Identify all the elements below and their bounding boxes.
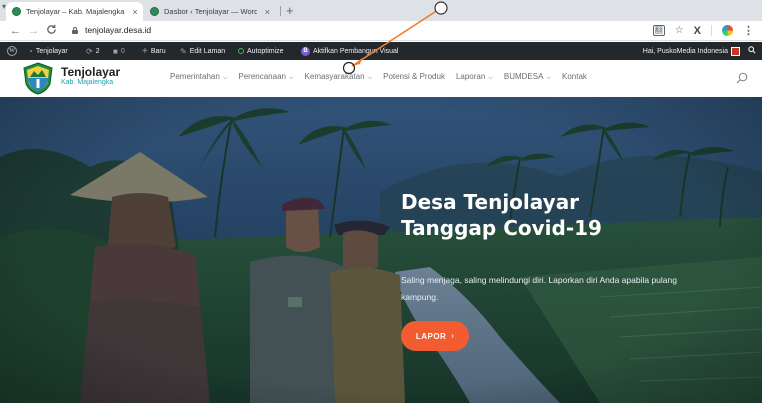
hero-background-image: [0, 97, 762, 403]
site-favicon-icon: [12, 7, 21, 16]
chevron-down-icon: ⌵: [222, 75, 228, 81]
admin-site-name: Tenjolayar: [35, 47, 68, 55]
admin-search-icon[interactable]: [748, 46, 756, 56]
lapor-button-label: LAPOR: [415, 331, 447, 341]
hero-title: Desa Tenjolayar Tanggap Covid-19: [401, 189, 602, 241]
wordpress-icon: W: [7, 46, 17, 56]
main-nav: Pemerintahan ⌵ Perencanaan ⌵ Kemasyarakata…: [170, 72, 598, 82]
admin-account-menu[interactable]: Hai, PuskoMedia Indonesia: [643, 42, 756, 60]
wp-logo-menu[interactable]: W: [7, 42, 17, 60]
pencil-icon: ✎: [180, 46, 187, 56]
nav-item-potensi-produk[interactable]: Potensi & Produk: [383, 72, 445, 82]
extension-icon[interactable]: [722, 25, 733, 36]
nav-label: Laporan: [455, 72, 486, 81]
translate-icon[interactable]: 翻: [652, 25, 665, 36]
tab-title: Dasbor ‹ Tenjolayar — WordP: [164, 7, 257, 16]
reload-icon: [47, 24, 56, 34]
admin-autoptimize[interactable]: Autoptimize: [238, 42, 284, 60]
browser-menu-icon[interactable]: ⋮: [743, 24, 754, 37]
admin-comments[interactable]: ■ 0: [113, 42, 125, 60]
admin-visual-builder[interactable]: B Aktifkan Pembangun Visual: [301, 42, 398, 60]
admin-edit-page[interactable]: ✎ Edit Laman: [180, 42, 225, 60]
chevron-down-icon: ⌵: [546, 75, 551, 81]
admin-greeting: Hai, PuskoMedia Indonesia: [642, 47, 728, 55]
toolbar-divider: [711, 25, 712, 36]
new-tab-button[interactable]: +: [286, 3, 294, 18]
browser-tab-strip: ▾ Tenjolayar – Kab. Majalengka × Dasbor …: [0, 0, 762, 21]
hero-banner: Desa Tenjolayar Tanggap Covid-19 Saling …: [0, 97, 762, 403]
site-subtitle: Kab. Majalengka: [61, 79, 114, 86]
nav-item-pemerintahan[interactable]: Pemerintahan ⌵: [170, 72, 227, 82]
tab-tenjolayar[interactable]: Tenjolayar – Kab. Majalengka ×: [6, 2, 143, 21]
nav-item-laporan[interactable]: Laporan ⌵: [456, 72, 493, 82]
tab-title: Tenjolayar – Kab. Majalengka: [26, 7, 125, 16]
tab-dasbor[interactable]: Dasbor ‹ Tenjolayar — WordP ×: [144, 2, 276, 21]
nav-item-bumdesa[interactable]: BUMDESA ⌵: [504, 72, 551, 82]
plus-icon: +: [142, 45, 148, 57]
hero-title-line-2: Tanggap Covid-19: [401, 216, 602, 240]
browser-toolbar: ← → tenjolayar.desa.id 翻 ☆ X ⋮: [0, 21, 762, 41]
avatar: [731, 46, 740, 56]
chevron-right-icon: ›: [451, 332, 455, 340]
builder-icon: B: [301, 46, 310, 56]
admin-site-menu[interactable]: ◔ Tenjolayar: [28, 42, 68, 60]
site-logo-icon[interactable]: [22, 62, 54, 95]
nav-label: Pemerintahan: [170, 72, 220, 81]
back-button[interactable]: ←: [10, 24, 21, 38]
nav-item-kontak[interactable]: Kontak: [562, 72, 587, 82]
updates-icon: ⟳: [86, 46, 93, 56]
close-icon[interactable]: ×: [265, 7, 270, 17]
bookmark-star-icon[interactable]: ☆: [675, 25, 684, 36]
nav-label: Kontak: [561, 72, 587, 81]
nav-label: BUMDESA: [503, 72, 544, 81]
site-title[interactable]: Tenjolayar: [61, 65, 120, 79]
admin-new-label: Baru: [150, 47, 166, 55]
admin-autoptimize-label: Autoptimize: [247, 47, 284, 55]
chevron-down-icon: ⌵: [288, 75, 294, 81]
lapor-button[interactable]: LAPOR ›: [401, 321, 469, 351]
wp-admin-bar: W ◔ Tenjolayar ⟳ 2 ■ 0 + Baru ✎ Edit Lam…: [0, 42, 762, 60]
nav-item-kemasyarakatan[interactable]: Kemasyarakatan ⌵: [305, 72, 373, 82]
site-favicon-icon: [150, 7, 159, 16]
admin-builder-label: Aktifkan Pembangun Visual: [313, 47, 399, 55]
dashboard-icon: ◔: [28, 46, 33, 56]
admin-new[interactable]: + Baru: [142, 42, 166, 60]
close-icon[interactable]: ×: [132, 7, 137, 17]
search-icon[interactable]: [736, 72, 748, 84]
comments-count: 0: [120, 47, 125, 55]
address-bar[interactable]: tenjolayar.desa.id: [85, 25, 151, 35]
admin-edit-label: Edit Laman: [189, 47, 226, 55]
reload-button[interactable]: [46, 24, 57, 40]
extension-x-icon[interactable]: X: [694, 25, 701, 37]
hero-title-line-1: Desa Tenjolayar: [401, 190, 580, 214]
nav-label: Potensi & Produk: [383, 72, 445, 81]
updates-count: 2: [95, 47, 100, 55]
admin-updates[interactable]: ⟳ 2: [86, 42, 100, 60]
site-header: Tenjolayar Kab. Majalengka Pemerintahan ⌵…: [0, 60, 762, 97]
forward-button[interactable]: →: [28, 24, 39, 38]
nav-item-perencanaan[interactable]: Perencanaan ⌵: [238, 72, 293, 82]
chevron-down-icon: ⌵: [367, 75, 373, 81]
tab-divider: [280, 6, 281, 16]
hero-description: Saling menjaga, saling melindungi diri. …: [401, 275, 677, 302]
lock-icon[interactable]: [72, 27, 78, 34]
chevron-down-icon: ⌵: [488, 75, 493, 81]
comment-icon: ■: [113, 46, 118, 56]
status-dot-icon: [238, 48, 244, 54]
nav-label: Kemasyarakatan: [304, 72, 365, 81]
nav-label: Perencanaan: [238, 72, 286, 81]
